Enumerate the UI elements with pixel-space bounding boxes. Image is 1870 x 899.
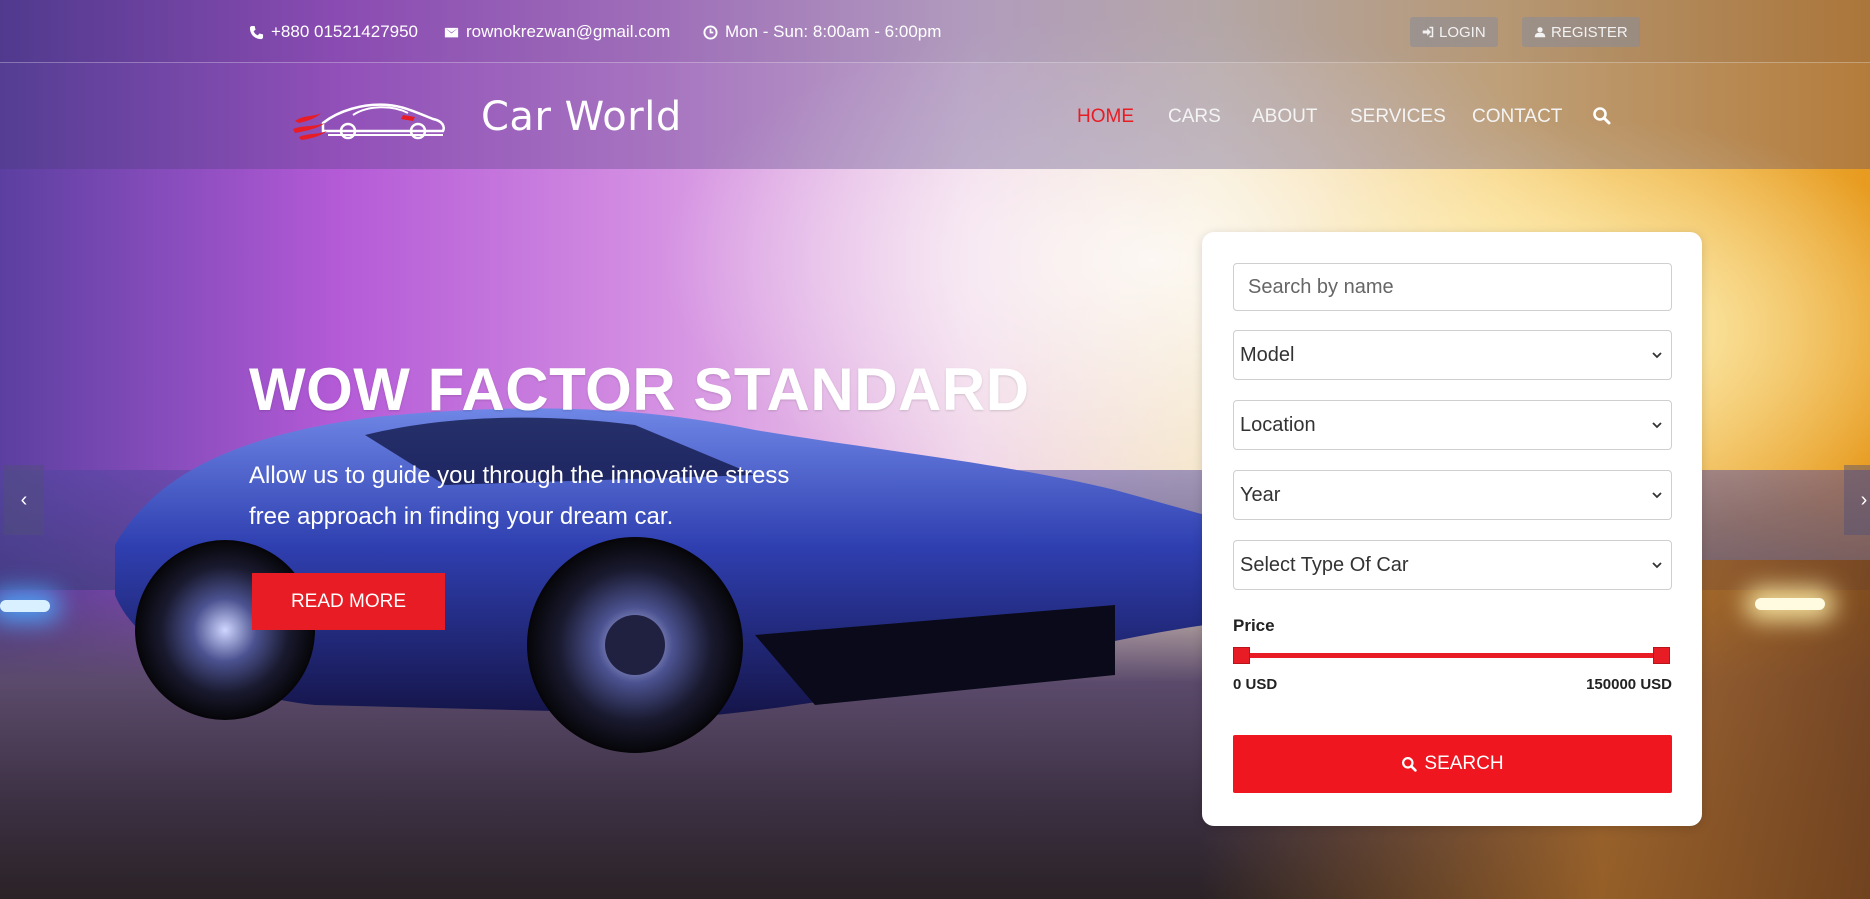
main-navbar: Car World HOME CARS ABOUT SERVICES CONTA… (0, 63, 1870, 169)
chevron-down-icon (1652, 492, 1662, 499)
car-search-panel: Model Location Year Select Type Of Car P… (1202, 232, 1702, 826)
phone-info: +880 01521427950 (249, 22, 418, 42)
search-button-label: SEARCH (1424, 753, 1504, 774)
search-icon[interactable] (1592, 106, 1612, 126)
phone-icon (249, 25, 264, 39)
search-by-name-input[interactable] (1233, 263, 1672, 311)
model-select-value: Model (1240, 343, 1295, 366)
register-button[interactable]: REGISTER (1522, 17, 1640, 47)
search-icon (1402, 756, 1418, 772)
location-select-value: Location (1240, 413, 1316, 436)
chevron-down-icon (1652, 352, 1662, 359)
email-info: rownokrezwan@gmail.com (444, 22, 670, 42)
opening-hours: Mon - Sun: 8:00am - 6:00pm (725, 22, 942, 41)
price-min-handle[interactable] (1233, 647, 1250, 664)
search-button[interactable]: SEARCH (1233, 735, 1672, 793)
road-light (1755, 598, 1825, 610)
nav-item-about[interactable]: ABOUT (1252, 106, 1317, 128)
register-label: REGISTER (1551, 23, 1628, 41)
price-max-value: 150000 USD (1586, 676, 1672, 693)
price-max-handle[interactable] (1653, 647, 1670, 664)
price-label: Price (1233, 616, 1275, 635)
car-logo-icon[interactable] (293, 93, 448, 141)
user-icon (1534, 27, 1546, 38)
hero-subtitle: Allow us to guide you through the innova… (249, 462, 790, 530)
nav-item-contact[interactable]: CONTACT (1472, 106, 1562, 128)
phone-number: +880 01521427950 (271, 22, 419, 41)
year-select[interactable]: Year (1233, 470, 1672, 520)
location-select[interactable]: Location (1233, 400, 1672, 450)
car-type-select-value: Select Type Of Car (1240, 553, 1409, 576)
nav-item-home[interactable]: HOME (1077, 106, 1134, 128)
road-light (0, 600, 50, 612)
login-label: LOGIN (1439, 23, 1486, 41)
year-select-value: Year (1240, 483, 1281, 506)
chevron-down-icon (1652, 562, 1662, 569)
brand-name[interactable]: Car World (481, 94, 682, 140)
slider-prev-arrow[interactable]: ‹ (4, 465, 44, 535)
hero-title: WOW FACTOR STANDARD (249, 356, 1030, 423)
sign-in-icon (1422, 26, 1434, 38)
model-select[interactable]: Model (1233, 330, 1672, 380)
slider-next-arrow[interactable]: › (1844, 465, 1870, 535)
read-more-button[interactable]: READ MORE (252, 573, 445, 630)
email-address: rownokrezwan@gmail.com (466, 22, 671, 41)
envelope-icon (444, 27, 459, 37)
clock-icon (703, 24, 718, 40)
nav-item-cars[interactable]: CARS (1168, 106, 1221, 128)
price-range-track[interactable] (1241, 653, 1661, 658)
hours-info: Mon - Sun: 8:00am - 6:00pm (703, 22, 941, 42)
login-button[interactable]: LOGIN (1410, 17, 1498, 47)
chevron-down-icon (1652, 422, 1662, 429)
nav-item-services[interactable]: SERVICES (1350, 106, 1446, 128)
top-info-bar: +880 01521427950 rownokrezwan@gmail.com … (0, 0, 1870, 63)
price-min-value: 0 USD (1233, 676, 1278, 693)
car-type-select[interactable]: Select Type Of Car (1233, 540, 1672, 590)
